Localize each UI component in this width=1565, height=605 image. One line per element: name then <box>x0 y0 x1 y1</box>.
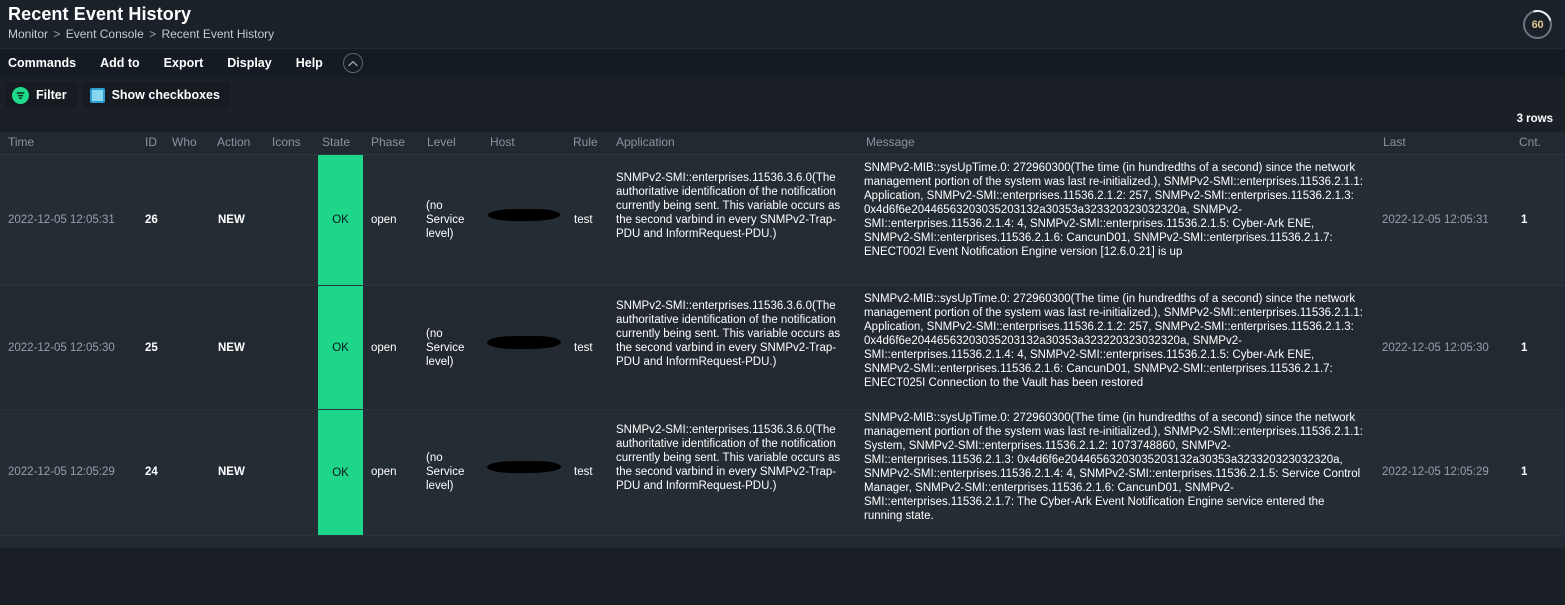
cell-id: 25 <box>145 342 158 354</box>
menu-item-add-to[interactable]: Add to <box>100 49 152 77</box>
chevron-up-circle-icon[interactable] <box>342 53 363 73</box>
cell-rule: test <box>574 342 593 354</box>
cell-application: SNMPv2-SMI::enterprises.11536.3.6.0(The … <box>616 172 841 240</box>
refresh-countdown-icon[interactable]: 60 <box>1517 4 1558 45</box>
cell-phase: open <box>371 214 397 226</box>
event-table: Time ID Who Action Icons State Phase Lev… <box>0 132 1565 548</box>
refresh-countdown-value: 60 <box>1531 18 1544 31</box>
column-header-icons[interactable]: Icons <box>272 135 301 149</box>
breadcrumb-item-event-console[interactable]: Event Console <box>66 27 144 41</box>
cell-host-redaction <box>488 209 560 221</box>
cell-last: 2022-12-05 12:05:31 <box>1382 214 1489 226</box>
cell-message: SNMPv2-MIB::sysUpTime.0: 272960300(The t… <box>864 293 1363 389</box>
breadcrumb-separator: > <box>149 27 157 41</box>
event-console-page: Recent Event History Monitor > Event Con… <box>0 0 1565 605</box>
page-background-filler <box>0 548 1565 603</box>
show-checkboxes-label: Show checkboxes <box>111 88 220 102</box>
cell-host-redaction <box>487 336 561 349</box>
cell-action: NEW <box>218 214 245 226</box>
cell-message: SNMPv2-MIB::sysUpTime.0: 272960300(The t… <box>864 412 1363 522</box>
column-header-state[interactable]: State <box>322 135 350 149</box>
table-footer <box>0 536 1565 548</box>
cell-action: NEW <box>218 342 245 354</box>
table-row[interactable]: 2022-12-05 12:05:29 24 NEW OK open (no S… <box>0 410 1565 536</box>
cell-cnt: 1 <box>1521 342 1528 354</box>
cell-rule: test <box>574 214 593 226</box>
toolbar: Filter Show checkboxes <box>0 77 1565 113</box>
show-checkboxes-button[interactable]: Show checkboxes <box>82 82 230 108</box>
cell-time: 2022-12-05 12:05:31 <box>8 214 115 226</box>
breadcrumb-separator: > <box>53 27 61 41</box>
row-count-bar: 3 rows <box>0 113 1565 132</box>
title-bar: Recent Event History Monitor > Event Con… <box>0 0 1565 48</box>
cell-id: 24 <box>145 466 158 478</box>
cell-action: NEW <box>218 466 245 478</box>
cell-level: (no Service level) <box>426 452 465 492</box>
column-header-message[interactable]: Message <box>866 135 915 149</box>
column-header-application[interactable]: Application <box>616 135 675 149</box>
cell-rule: test <box>574 466 593 478</box>
table-header-row: Time ID Who Action Icons State Phase Lev… <box>0 132 1565 155</box>
table-row[interactable]: 2022-12-05 12:05:31 26 NEW OK open (no S… <box>0 155 1565 286</box>
cell-level: (no Service level) <box>426 200 465 240</box>
filter-icon <box>12 86 29 104</box>
column-header-id[interactable]: ID <box>145 135 157 149</box>
column-header-rule[interactable]: Rule <box>573 135 598 149</box>
column-header-last[interactable]: Last <box>1383 135 1406 149</box>
column-header-level[interactable]: Level <box>427 135 456 149</box>
menu-item-commands[interactable]: Commands <box>8 49 88 77</box>
menu-item-help[interactable]: Help <box>296 49 335 77</box>
cell-message: SNMPv2-MIB::sysUpTime.0: 272960300(The t… <box>864 162 1363 258</box>
filter-button-label: Filter <box>36 88 67 102</box>
menu-item-export[interactable]: Export <box>164 49 216 77</box>
row-count-label: 3 rows <box>1516 113 1553 125</box>
status-badge: OK <box>318 155 363 285</box>
cell-phase: open <box>371 342 397 354</box>
cell-last: 2022-12-05 12:05:30 <box>1382 342 1489 354</box>
breadcrumb-item-monitor[interactable]: Monitor <box>8 27 48 41</box>
page-title: Recent Event History <box>8 4 192 24</box>
cell-time: 2022-12-05 12:05:29 <box>8 466 115 478</box>
filter-button[interactable]: Filter <box>5 82 77 108</box>
cell-level: (no Service level) <box>426 328 465 368</box>
cell-phase: open <box>371 466 397 478</box>
column-header-time[interactable]: Time <box>8 135 34 149</box>
cell-last: 2022-12-05 12:05:29 <box>1382 466 1489 478</box>
menu-item-display[interactable]: Display <box>227 49 283 77</box>
column-header-who[interactable]: Who <box>172 135 197 149</box>
column-header-cnt[interactable]: Cnt. <box>1519 135 1541 149</box>
cell-id: 26 <box>145 214 158 226</box>
table-row[interactable]: 2022-12-05 12:05:30 25 NEW OK open (no S… <box>0 286 1565 410</box>
column-header-action[interactable]: Action <box>217 135 250 149</box>
column-header-host[interactable]: Host <box>490 135 515 149</box>
cell-cnt: 1 <box>1521 214 1528 226</box>
breadcrumb: Monitor > Event Console > Recent Event H… <box>8 26 1565 42</box>
cell-application: SNMPv2-SMI::enterprises.11536.3.6.0(The … <box>616 424 841 492</box>
cell-application: SNMPv2-SMI::enterprises.11536.3.6.0(The … <box>616 300 841 368</box>
menu-bar: Commands Add to Export Display Help <box>0 48 1565 77</box>
cell-time: 2022-12-05 12:05:30 <box>8 342 115 354</box>
cell-cnt: 1 <box>1521 466 1528 478</box>
status-badge: OK <box>318 410 363 535</box>
checkbox-checked-icon <box>89 87 105 103</box>
status-badge: OK <box>318 286 363 409</box>
column-header-phase[interactable]: Phase <box>371 135 405 149</box>
breadcrumb-item-recent-event-history[interactable]: Recent Event History <box>161 27 274 41</box>
cell-host-redaction <box>487 461 561 473</box>
